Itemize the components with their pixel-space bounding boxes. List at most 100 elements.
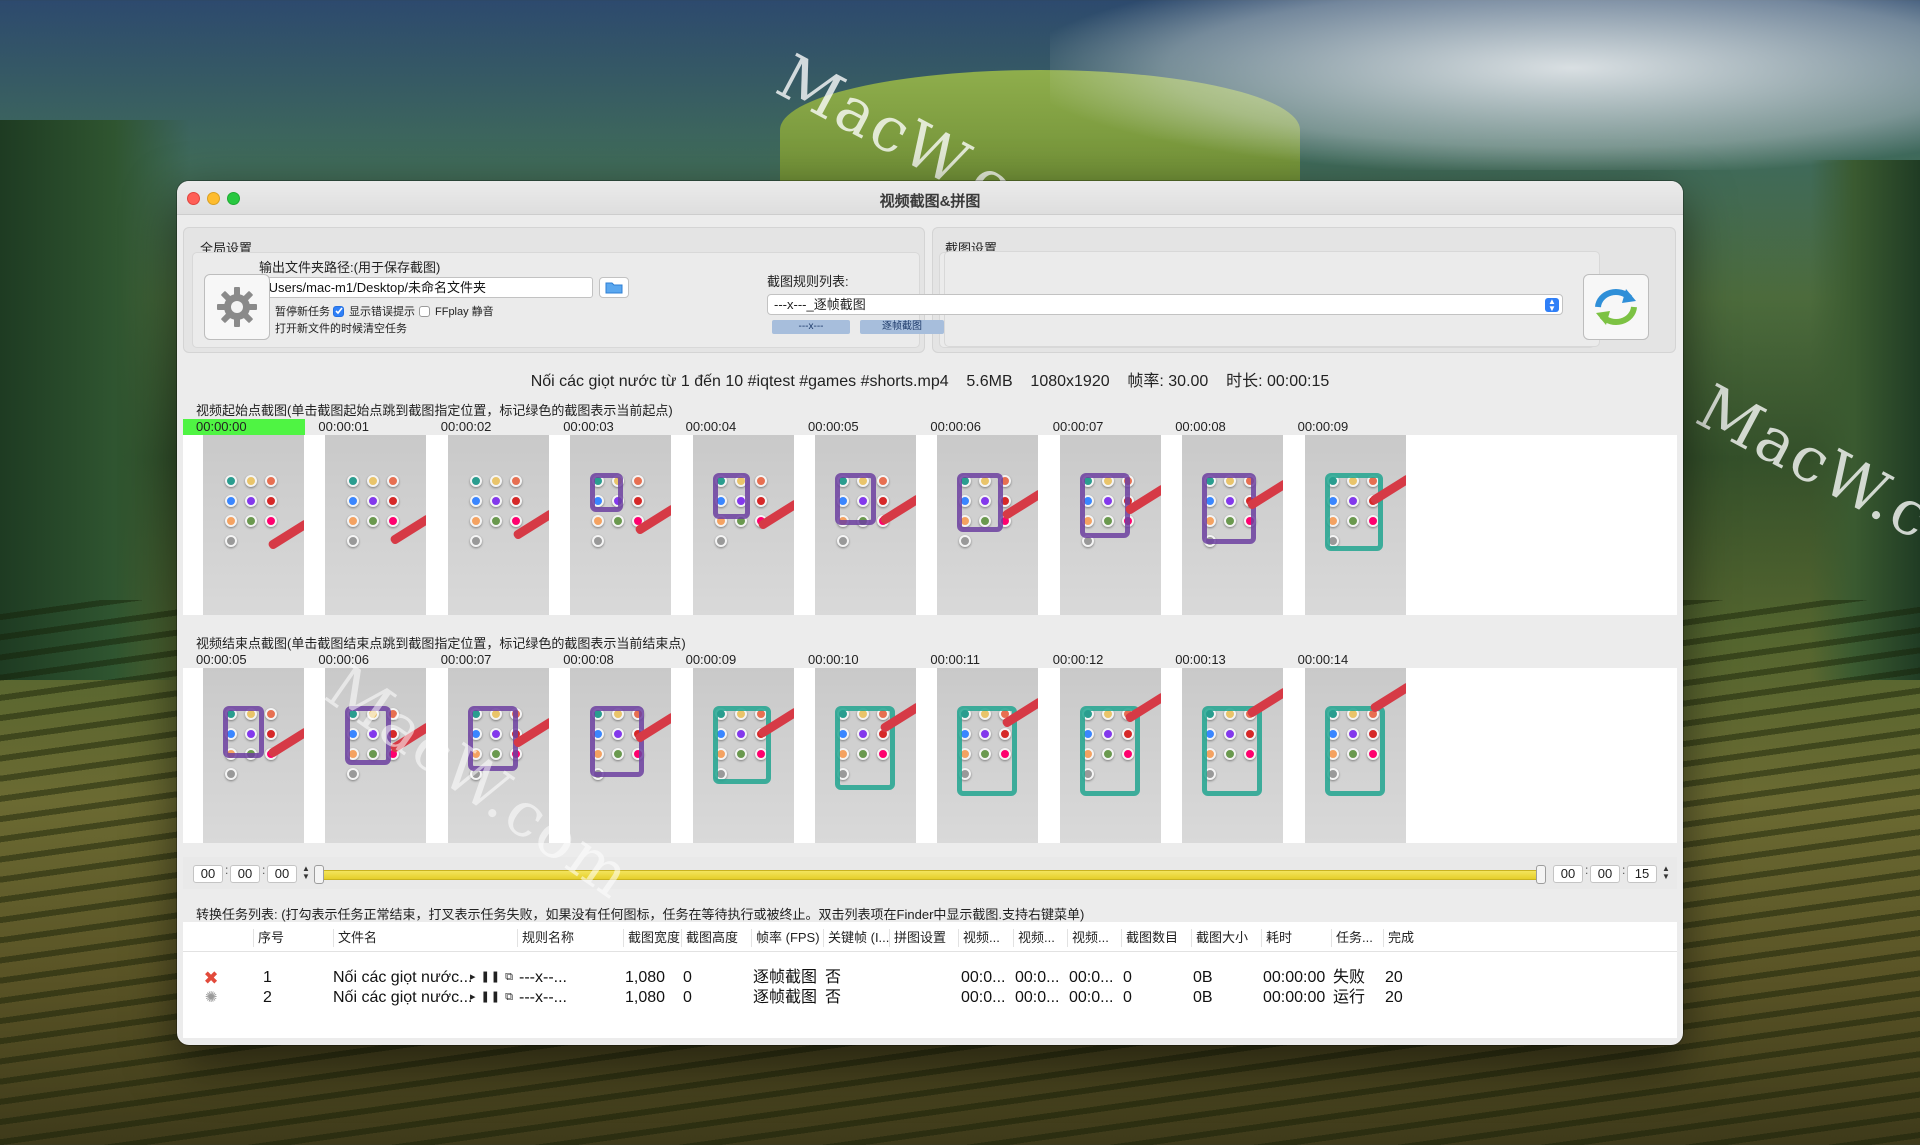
- video-frame-thumbnail[interactable]: [447, 435, 549, 615]
- start-minute-field[interactable]: 00: [230, 865, 260, 883]
- file-name: Nối các giọt nước từ 1 đến 10 #iqtest #g…: [530, 373, 949, 390]
- column-header[interactable]: 拼图设置: [889, 929, 946, 947]
- cell-rule: ---x--...: [519, 989, 567, 1006]
- paint-drop: [469, 475, 482, 487]
- thumbnail-time-label: 00:00:06: [930, 419, 981, 434]
- video-frame-thumbnail[interactable]: [692, 435, 794, 615]
- paint-drop: [225, 768, 237, 780]
- choose-folder-button[interactable]: [599, 277, 629, 298]
- video-frame-thumbnail[interactable]: [937, 668, 1039, 843]
- column-header[interactable]: 截图高度: [681, 929, 738, 947]
- column-header[interactable]: 截图宽度: [623, 929, 680, 947]
- video-frame-thumbnail[interactable]: [1304, 668, 1406, 843]
- start-thumbnail-strip: [183, 435, 1677, 615]
- thumbnail-time-label: 00:00:09: [685, 652, 737, 667]
- paint-trail: [1324, 706, 1385, 796]
- wallpaper-fog: [1050, 0, 1920, 170]
- cell-status: 运行: [1333, 989, 1366, 1006]
- end-second-field[interactable]: 15: [1627, 865, 1657, 883]
- cell-index: 1: [263, 969, 272, 986]
- wallpaper-trees-left: [0, 120, 190, 680]
- capture-settings-panel: 截图规则列表:: [939, 252, 1595, 348]
- paint-drop: [225, 475, 237, 487]
- output-path-field[interactable]: /Users/mac-m1/Desktop/未命名文件夹: [259, 277, 593, 298]
- column-header[interactable]: 截图数目: [1121, 929, 1178, 947]
- end-section-label: 视频结束点截图(单击截图结束点跳到截图指定位置，标记绿色的截图表示当前结束点): [196, 636, 686, 651]
- thumbnail-time-label: 00:00:02: [440, 419, 492, 434]
- paint-drop: [347, 475, 360, 487]
- start-stepper[interactable]: ▲ ▼: [300, 865, 312, 883]
- paint-drop: [469, 495, 482, 507]
- ffplay-mute-checkbox[interactable]: FFplay 静音: [419, 303, 494, 319]
- column-header[interactable]: 视频...: [1067, 929, 1109, 947]
- column-header[interactable]: 帧率 (FPS): [751, 929, 820, 947]
- cell-size: 0B: [1193, 969, 1213, 986]
- show-error-checkbox[interactable]: 显示错误提示: [333, 303, 415, 319]
- time-separator: :: [262, 863, 266, 877]
- video-frame-thumbnail[interactable]: [815, 435, 916, 615]
- paint-drop: [387, 475, 400, 487]
- time-separator: :: [225, 863, 229, 877]
- video-frame-thumbnail[interactable]: [937, 435, 1039, 615]
- paint-drop: [837, 535, 849, 547]
- end-hour-field[interactable]: 00: [1553, 865, 1583, 883]
- task-playback-controls[interactable]: ▸ ❚❚ ⧉: [470, 970, 514, 984]
- column-header[interactable]: 完成: [1383, 929, 1414, 947]
- thumbnail-time-label: 00:00:13: [1175, 652, 1226, 667]
- paint-drop: [347, 515, 360, 527]
- checkbox-label: 暂停新任务: [275, 306, 330, 318]
- column-header[interactable]: 视频...: [958, 929, 1000, 947]
- paint-drop: [347, 768, 360, 780]
- column-header[interactable]: 截图大小: [1191, 929, 1248, 947]
- range-track[interactable]: [317, 870, 1541, 880]
- column-header[interactable]: 视频...: [1013, 929, 1055, 947]
- pencil: [1246, 686, 1284, 719]
- task-playback-controls[interactable]: ▸ ❚❚ ⧉: [470, 990, 514, 1004]
- clear-tasks-checkbox[interactable]: 打开新文件的时候清空任务: [259, 320, 407, 336]
- paint-drop: [225, 515, 237, 527]
- video-frame-thumbnail[interactable]: [570, 435, 672, 615]
- start-hour-field[interactable]: 00: [193, 865, 223, 883]
- column-header[interactable]: 规则名称: [517, 929, 574, 947]
- column-header[interactable]: 序号: [253, 929, 284, 947]
- column-header[interactable]: 关键帧 (I...: [823, 929, 889, 947]
- cell-height: 0: [683, 989, 692, 1006]
- column-header[interactable]: 文件名: [333, 929, 377, 947]
- table-row[interactable]: ✺ 2 Nối các giọt nước... ---x--... 1,080 0 逐帧截…: [183, 986, 1677, 1010]
- video-frame-thumbnail[interactable]: [1304, 435, 1406, 615]
- paint-drop: [265, 728, 277, 740]
- check-icon: [334, 307, 343, 315]
- video-frame-thumbnail[interactable]: [815, 668, 916, 843]
- video-frame-thumbnail[interactable]: [325, 435, 427, 615]
- video-frame-thumbnail[interactable]: [203, 668, 304, 843]
- task-list-label: 转换任务列表: (打勾表示任务正常结束，打叉表示任务失败，如果没有任何图标，任务…: [196, 907, 1085, 922]
- start-time-labels: 00:00:00 00:00:01 00:00:02 00:00:03 00:00:04…: [183, 419, 1677, 435]
- thumbnail-time-label: 00:00:07: [1052, 419, 1104, 434]
- range-slider-row: 00 : 00 : 00 ▲ ▼ 00 : 00 : 15 ▲ ▼: [183, 857, 1677, 889]
- end-handle[interactable]: [1536, 865, 1546, 884]
- end-minute-field[interactable]: 00: [1590, 865, 1620, 883]
- start-handle[interactable]: [314, 865, 324, 884]
- column-header[interactable]: 耗时: [1261, 929, 1292, 947]
- end-stepper[interactable]: ▲ ▼: [1660, 865, 1672, 883]
- video-frame-thumbnail[interactable]: [1182, 668, 1284, 843]
- start-second-field[interactable]: 00: [267, 865, 297, 883]
- video-frame-thumbnail[interactable]: [1059, 668, 1161, 843]
- cell-width: 1,080: [625, 989, 666, 1006]
- column-header[interactable]: 任务...: [1331, 929, 1373, 947]
- paint-trail: [590, 473, 624, 513]
- video-frame-thumbnail[interactable]: [1182, 435, 1284, 615]
- cell-fps: 逐帧截图: [753, 989, 818, 1006]
- video-frame-thumbnail[interactable]: [692, 668, 794, 843]
- settings-button[interactable]: [204, 274, 270, 340]
- thumbnail-time-label: 00:00:14: [1297, 652, 1349, 667]
- video-frame-thumbnail[interactable]: [203, 435, 304, 615]
- cell-size: 0B: [1193, 989, 1213, 1006]
- paint-drop: [387, 515, 400, 527]
- video-frame-thumbnail[interactable]: [1059, 435, 1161, 615]
- thumbnail-time-label: 00:00:09: [1297, 419, 1349, 434]
- spinner-icon: ✺: [204, 989, 218, 1006]
- output-path-label: 输出文件夹路径:(用于保存截图): [259, 260, 441, 275]
- task-table[interactable]: 序号 文件名 规则名称 截图宽度 截图高度 帧率 (FPS) 关键帧 (I... 拼图设置 视频…: [183, 922, 1677, 1038]
- paint-drop: [959, 535, 972, 547]
